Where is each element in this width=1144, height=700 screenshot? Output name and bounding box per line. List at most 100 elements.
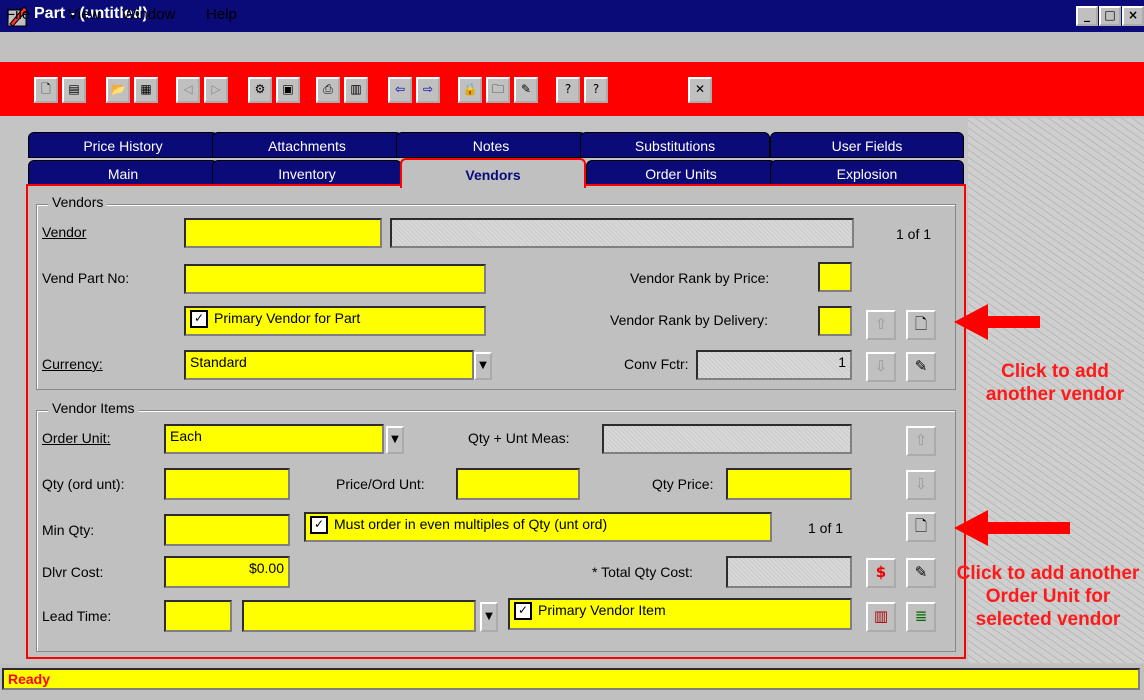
tab-substitutions[interactable]: Substitutions bbox=[580, 132, 770, 158]
vendor-up-icon[interactable]: ⇧ bbox=[866, 310, 896, 340]
price-ord-label: Price/Ord Unt: bbox=[336, 476, 425, 492]
close-icon[interactable]: ✕ bbox=[688, 77, 712, 103]
save-icon[interactable]: ▦ bbox=[134, 77, 158, 103]
find-icon[interactable]: ⚙ bbox=[248, 77, 272, 103]
menu-view[interactable]: View bbox=[68, 6, 100, 23]
arrow-icon bbox=[954, 304, 1040, 340]
primary-item-checkbox[interactable]: ✓ Primary Vendor Item bbox=[508, 598, 852, 630]
dlvr-cost-field[interactable]: $0.00 bbox=[164, 556, 290, 588]
vendor-down-icon[interactable]: ⇩ bbox=[866, 352, 896, 382]
vendor-field[interactable] bbox=[184, 218, 382, 248]
qty-unt-meas-field bbox=[602, 424, 852, 454]
open-icon[interactable]: 📂 bbox=[106, 77, 130, 103]
multiples-label: Must order in even multiples of Qty (unt… bbox=[334, 516, 608, 532]
close-window-button[interactable]: × bbox=[1122, 6, 1144, 26]
lock-icon[interactable]: 🔒 bbox=[458, 77, 482, 103]
last-icon[interactable]: ▷ bbox=[204, 77, 228, 103]
first-icon[interactable]: ◁ bbox=[176, 77, 200, 103]
vendor-label: Vendor bbox=[42, 224, 87, 240]
primary-item-label: Primary Vendor Item bbox=[538, 602, 666, 618]
qty-unt-meas-label: Qty + Unt Meas: bbox=[468, 430, 570, 446]
list-icon[interactable]: ≣ bbox=[906, 602, 936, 632]
folder-icon[interactable]: 🗀 bbox=[486, 77, 510, 103]
edit-icon[interactable]: ✎ bbox=[514, 77, 538, 103]
vend-part-field[interactable] bbox=[184, 264, 486, 294]
lead-time-label: Lead Time: bbox=[42, 608, 112, 624]
delete-vendor-icon[interactable]: ✎ bbox=[906, 352, 936, 382]
order-unit-field[interactable]: Each bbox=[164, 424, 384, 454]
checkbox-checked-icon: ✓ bbox=[310, 516, 328, 535]
menu-file[interactable]: File bbox=[6, 6, 30, 23]
multiples-checkbox[interactable]: ✓ Must order in even multiples of Qty (un… bbox=[304, 512, 772, 542]
new-icon[interactable]: 🗋 bbox=[34, 77, 58, 103]
total-qty-cost-label: * Total Qty Cost: bbox=[592, 564, 693, 580]
lead-time-dropdown-icon[interactable]: ▼ bbox=[480, 602, 498, 632]
primary-vendor-checkbox[interactable]: ✓ Primary Vendor for Part bbox=[184, 306, 486, 336]
dlvr-cost-label: Dlvr Cost: bbox=[42, 564, 104, 580]
rank-delivery-field[interactable] bbox=[818, 306, 852, 336]
tab-explosion[interactable]: Explosion bbox=[770, 160, 964, 186]
tab-attachments[interactable]: Attachments bbox=[212, 132, 402, 158]
dollar-icon[interactable]: $ bbox=[866, 558, 896, 588]
next-icon[interactable]: ⇨ bbox=[416, 77, 440, 103]
vendors-group-label: Vendors bbox=[48, 194, 108, 210]
tab-main[interactable]: Main bbox=[28, 160, 218, 186]
annotation-add-order-unit: Click to add another Order Unit for sele… bbox=[956, 563, 1140, 630]
order-unit-dropdown-icon[interactable]: ▼ bbox=[386, 426, 404, 454]
checkbox-checked-icon: ✓ bbox=[514, 602, 532, 621]
help-icon[interactable]: ? bbox=[556, 77, 580, 103]
min-qty-field[interactable] bbox=[164, 514, 290, 546]
preview-icon[interactable]: ▥ bbox=[344, 77, 368, 103]
vendor-count: 1 of 1 bbox=[896, 226, 932, 242]
vendor-name-field bbox=[390, 218, 854, 248]
rank-price-label: Vendor Rank by Price: bbox=[630, 270, 770, 286]
order-unit-label: Order Unit: bbox=[42, 430, 111, 446]
status-text: Ready bbox=[2, 668, 1140, 690]
tab-notes[interactable]: Notes bbox=[396, 132, 586, 158]
currency-dropdown-icon[interactable]: ▼ bbox=[474, 352, 492, 380]
prev-icon[interactable]: ⇦ bbox=[388, 77, 412, 103]
item-up-icon[interactable]: ⇧ bbox=[906, 426, 936, 456]
chart-icon[interactable]: ▥ bbox=[866, 602, 896, 632]
maximize-button[interactable]: □ bbox=[1099, 6, 1121, 26]
tab-order-units[interactable]: Order Units bbox=[586, 160, 776, 186]
lead-time-unit-field[interactable] bbox=[242, 600, 476, 632]
arrow-icon bbox=[954, 510, 1070, 546]
tab-vendors[interactable]: Vendors bbox=[400, 158, 586, 188]
rank-delivery-label: Vendor Rank by Delivery: bbox=[610, 312, 768, 328]
vend-part-label: Vend Part No: bbox=[42, 270, 130, 286]
conv-factor-label: Conv Fctr: bbox=[624, 356, 689, 372]
price-ord-field[interactable] bbox=[456, 468, 580, 500]
qty-price-label: Qty Price: bbox=[652, 476, 714, 492]
annotation-add-vendor: Click to add another vendor bbox=[985, 361, 1125, 405]
checkbox-checked-icon: ✓ bbox=[190, 310, 208, 329]
min-qty-label: Min Qty: bbox=[42, 522, 95, 538]
tab-price-history[interactable]: Price History bbox=[28, 132, 218, 158]
minimize-button[interactable]: _ bbox=[1076, 6, 1098, 26]
currency-field[interactable]: Standard bbox=[184, 350, 474, 380]
qty-price-field[interactable] bbox=[726, 468, 852, 500]
add-vendor-button[interactable]: 🗋 bbox=[906, 310, 936, 340]
tab-user-fields[interactable]: User Fields bbox=[770, 132, 964, 158]
conv-factor-field: 1 bbox=[696, 350, 852, 380]
menu-bar bbox=[0, 32, 1144, 62]
vendor-items-group-label: Vendor Items bbox=[48, 400, 139, 416]
print-icon[interactable]: ⎙ bbox=[316, 77, 340, 103]
rank-price-field[interactable] bbox=[818, 262, 852, 292]
currency-label: Currency: bbox=[42, 356, 103, 372]
menu-window[interactable]: Window bbox=[122, 6, 175, 23]
delete-item-icon[interactable]: ✎ bbox=[906, 558, 936, 588]
qty-ord-label: Qty (ord unt): bbox=[42, 476, 125, 492]
add-order-unit-button[interactable]: 🗋 bbox=[906, 512, 936, 542]
total-qty-cost-field bbox=[726, 556, 852, 588]
primary-vendor-label: Primary Vendor for Part bbox=[214, 310, 361, 326]
copy-icon[interactable]: ▤ bbox=[62, 77, 86, 103]
tab-inventory[interactable]: Inventory bbox=[212, 160, 402, 186]
item-count: 1 of 1 bbox=[808, 520, 844, 536]
help-context-icon[interactable]: ? bbox=[584, 77, 608, 103]
disk-icon[interactable]: ▣ bbox=[276, 77, 300, 103]
lead-time-field[interactable] bbox=[164, 600, 232, 632]
qty-ord-field[interactable] bbox=[164, 468, 290, 500]
item-down-icon[interactable]: ⇩ bbox=[906, 470, 936, 500]
menu-help[interactable]: Help bbox=[206, 6, 237, 23]
